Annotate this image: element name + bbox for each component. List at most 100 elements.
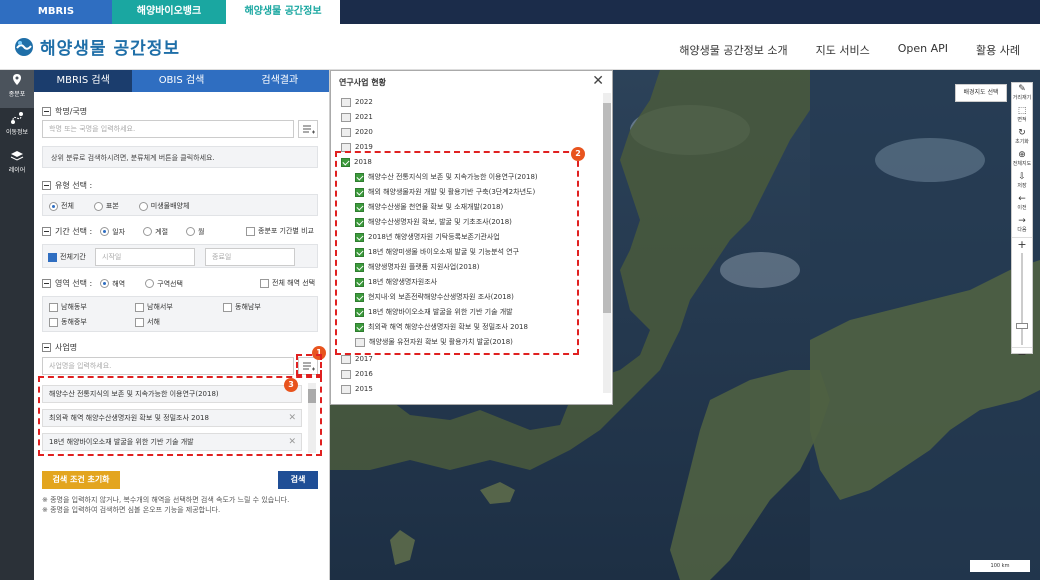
type-options-box: 전체 표본 미생물배양체 [42,194,318,216]
type-option-culture[interactable]: 미생물배양체 [138,201,189,211]
type-option-all[interactable]: 전체 [49,201,74,211]
period-option-season[interactable]: 계절 [143,227,168,237]
panel-tabs: MBRIS 검색 OBIS 검색 검색결과 [34,70,329,92]
tree-year[interactable]: 2020 [341,125,373,139]
ruler-icon: ✎ [1018,84,1026,94]
folder-icon [341,369,351,379]
project-name-input[interactable]: 사업명을 입력하세요. [42,357,294,375]
close-icon[interactable]: ✕ [592,73,604,89]
tool-distance[interactable]: ✎ 거리재기 [1012,83,1032,105]
tab-marine-spatial[interactable]: 해양생물 공간정보 [226,0,340,24]
rail-species-distribution[interactable]: 종분포 [0,70,34,108]
search-button[interactable]: 검색 [278,471,318,489]
tool-area[interactable]: ⬚ 면적 [1012,105,1032,127]
globe-icon: ⊕ [1018,150,1026,160]
left-rail: 종분포 이동정보 레이어 [0,70,34,580]
search-note: ※ 종명을 입력하지 않거나, 복수개의 해역을 선택하면 검색 속도가 느릴 … [42,496,290,504]
collapse-icon[interactable] [42,343,51,352]
area-option-sea[interactable]: 해역 [100,279,125,289]
collapse-icon[interactable] [42,107,51,116]
save-icon: ⇩ [1018,172,1026,182]
main-nav: 해양생물 공간정보 소개 지도 서비스 Open API 활용 사례 [679,42,1020,58]
collapse-icon[interactable] [42,181,51,190]
nav-use-cases[interactable]: 활용 사례 [976,42,1020,58]
highlight-box-3 [38,376,322,456]
tree-year[interactable]: 2022 [341,95,373,109]
map-toolbar: ✎ 거리재기 ⬚ 면적 ↻ 초기화 ⊕ 전체지도 ⇩ 저장 ← 이전 → 다음 + − [1011,82,1033,361]
period-option-month[interactable]: 월 [186,227,204,237]
arrow-left-icon: ← [1018,194,1026,204]
sea-east-central[interactable]: 동해중부 [49,317,87,327]
rail-movement-info[interactable]: 이동정보 [0,108,34,146]
zoom-slider[interactable] [1012,251,1032,347]
project-section: 사업명 [42,342,77,353]
tree-year[interactable]: 2016 [341,367,373,381]
highlight-box-1 [296,354,322,376]
reset-conditions-button[interactable]: 검색 조건 초기화 [42,471,120,489]
top-bar: MBRIS 해양바이오뱅크 해양생물 공간정보 [0,0,1040,24]
modal-scrollbar[interactable] [603,93,611,393]
modal-title: 연구사업 현황 [339,78,386,87]
tab-mbris[interactable]: MBRIS [0,0,112,24]
tab-mbris-search[interactable]: MBRIS 검색 [34,70,133,92]
sea-south-east[interactable]: 남해동부 [49,302,87,312]
type-section: 유형 선택 : [42,180,92,191]
tool-reset[interactable]: ↻ 초기화 [1012,127,1032,149]
site-header: 해양생물 공간정보 해양생물 공간정보 소개 지도 서비스 Open API 활… [0,24,1040,70]
start-date-input[interactable]: 시작일 [95,248,195,266]
species-name-input[interactable]: 학명 또는 국명을 입력하세요. [42,120,294,138]
logo-icon [15,37,33,56]
collapse-icon[interactable] [42,279,51,288]
tool-full-map[interactable]: ⊕ 전체지도 [1012,149,1032,171]
folder-icon [341,384,351,394]
zoom-handle[interactable] [1016,323,1028,329]
nav-map-service[interactable]: 지도 서비스 [816,42,870,58]
rail-layers[interactable]: 레이어 [0,146,34,184]
sea-east-south[interactable]: 동해남부 [223,302,261,312]
badge-3: 3 [284,378,298,392]
map-scale: 100 km [970,560,1030,572]
tree-year[interactable]: 2015 [341,382,373,396]
zoom-out-button[interactable]: − [1012,347,1032,361]
date-range-box: 전체기간 시작일 종료일 [42,244,318,268]
sea-west[interactable]: 서해 [135,317,160,327]
tree-year[interactable]: 2021 [341,110,373,124]
search-note: ※ 종명을 입력하여 검색하면 심볼 온오프 기능을 제공합니다. [42,506,221,514]
search-panel: MBRIS 검색 OBIS 검색 검색결과 학명/국명 학명 또는 국명을 입력… [34,70,330,580]
tab-marine-biobank[interactable]: 해양바이오뱅크 [112,0,226,24]
taxonomy-hint-box: 상위 분류로 검색하시려면, 분류체계 버튼을 클릭하세요. [42,146,318,168]
site-logo[interactable]: 해양생물 공간정보 [14,34,180,59]
full-period-checkbox[interactable]: 전체기간 [48,252,86,262]
tab-obis-search[interactable]: OBIS 검색 [132,70,231,92]
badge-2: 2 [571,147,585,161]
area-option-region[interactable]: 구역선택 [145,279,183,289]
tool-prev[interactable]: ← 이전 [1012,193,1032,215]
all-sea-checkbox[interactable]: 전체 해역 선택 [260,278,315,288]
refresh-icon: ↻ [1018,128,1026,138]
folder-icon [341,354,351,364]
basemap-select-button[interactable]: 배경지도 선택 [955,84,1007,102]
folder-icon [341,112,351,122]
tool-next[interactable]: → 다음 [1012,215,1032,237]
tool-save[interactable]: ⇩ 저장 [1012,171,1032,193]
nav-open-api[interactable]: Open API [898,42,948,58]
zoom-in-button[interactable]: + [1012,237,1032,251]
end-date-input[interactable]: 종료일 [205,248,295,266]
highlight-box-2 [335,151,579,355]
list-add-icon [303,125,315,134]
name-section: 학명/국명 [42,106,87,117]
area-section: 영역 선택 : 해역 구역선택 [42,278,183,289]
collapse-icon[interactable] [42,227,51,236]
arrow-right-icon: → [1018,216,1026,226]
taxonomy-button[interactable] [298,120,318,138]
nav-about[interactable]: 해양생물 공간정보 소개 [679,42,787,58]
project-status-modal: 연구사업 현황 ✕ 2022 2021 2020 2019 2018 해양수산 … [330,70,613,405]
tab-search-results[interactable]: 검색결과 [230,70,329,92]
sea-south-west[interactable]: 남해서부 [135,302,173,312]
sea-options-box: 남해동부 남해서부 동해남부 동해중부 서해 [42,296,318,332]
route-icon [11,112,23,124]
period-option-date[interactable]: 일자 [100,227,125,237]
period-compare-checkbox[interactable]: 종분포 기간별 비교 [246,226,314,236]
folder-icon [341,127,351,137]
type-option-specimen[interactable]: 표본 [93,201,119,211]
